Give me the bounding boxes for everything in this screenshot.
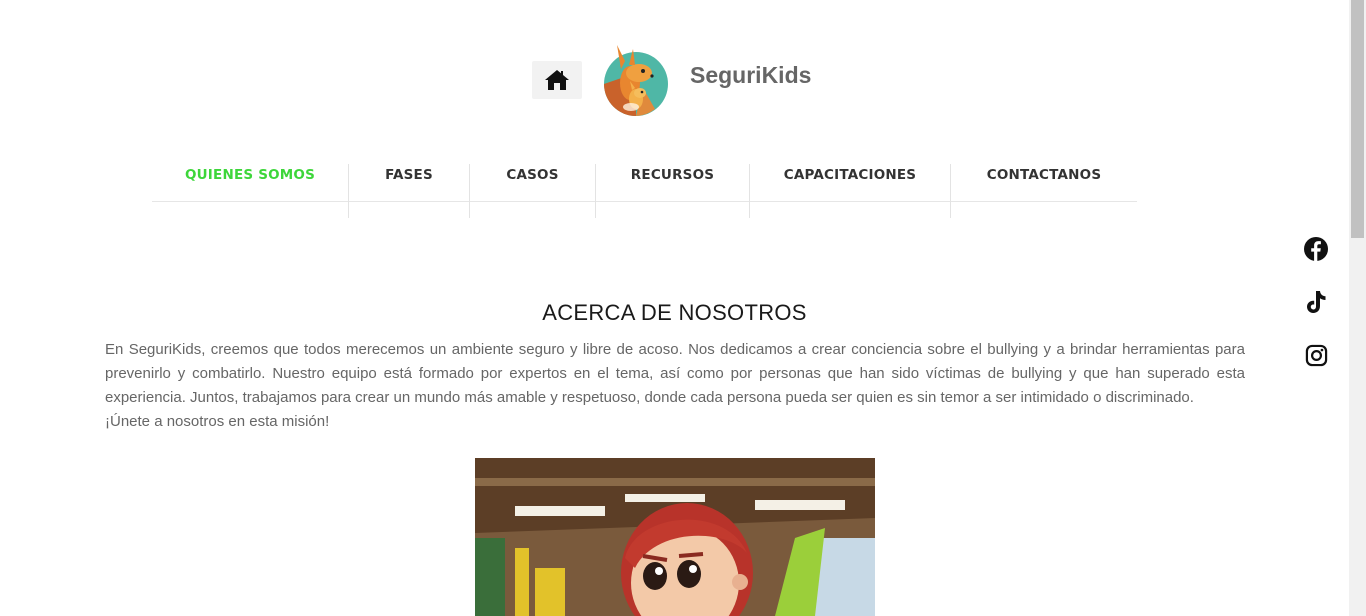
hero-image	[475, 458, 875, 616]
nav-item-recursos[interactable]: RECURSOS	[596, 154, 749, 218]
nav-item-quienes-somos[interactable]: QUIENES SOMOS	[152, 154, 348, 218]
instagram-link[interactable]	[1303, 342, 1329, 368]
nav-item-contactanos[interactable]: CONTACTANOS	[951, 154, 1137, 218]
vertical-scrollbar[interactable]	[1349, 0, 1366, 616]
about-title: ACERCA DE NOSOTROS	[542, 300, 807, 325]
facebook-icon	[1304, 237, 1328, 261]
about-closing: ¡Únete a nosotros en esta misión!	[105, 413, 330, 430]
about-paragraph: En SeguriKids, creemos que todos merecem…	[105, 341, 1245, 406]
main-nav: QUIENES SOMOS FASES CASOS RECURSOS CAPAC…	[152, 154, 1137, 218]
kangaroo-logo[interactable]	[603, 43, 669, 118]
nav-item-capacitaciones[interactable]: CAPACITACIONES	[750, 154, 950, 218]
home-button[interactable]	[532, 61, 582, 99]
nav-item-fases[interactable]: FASES	[349, 154, 469, 218]
scrollbar-thumb[interactable]	[1351, 0, 1364, 238]
instagram-icon	[1305, 344, 1327, 366]
facebook-link[interactable]	[1303, 236, 1329, 262]
home-icon	[545, 70, 569, 90]
brand-title[interactable]: SeguriKids	[690, 62, 811, 89]
page: SeguriKids QUIENES SOMOS FASES CASOS REC…	[0, 0, 1349, 616]
nav-item-casos[interactable]: CASOS	[470, 154, 595, 218]
